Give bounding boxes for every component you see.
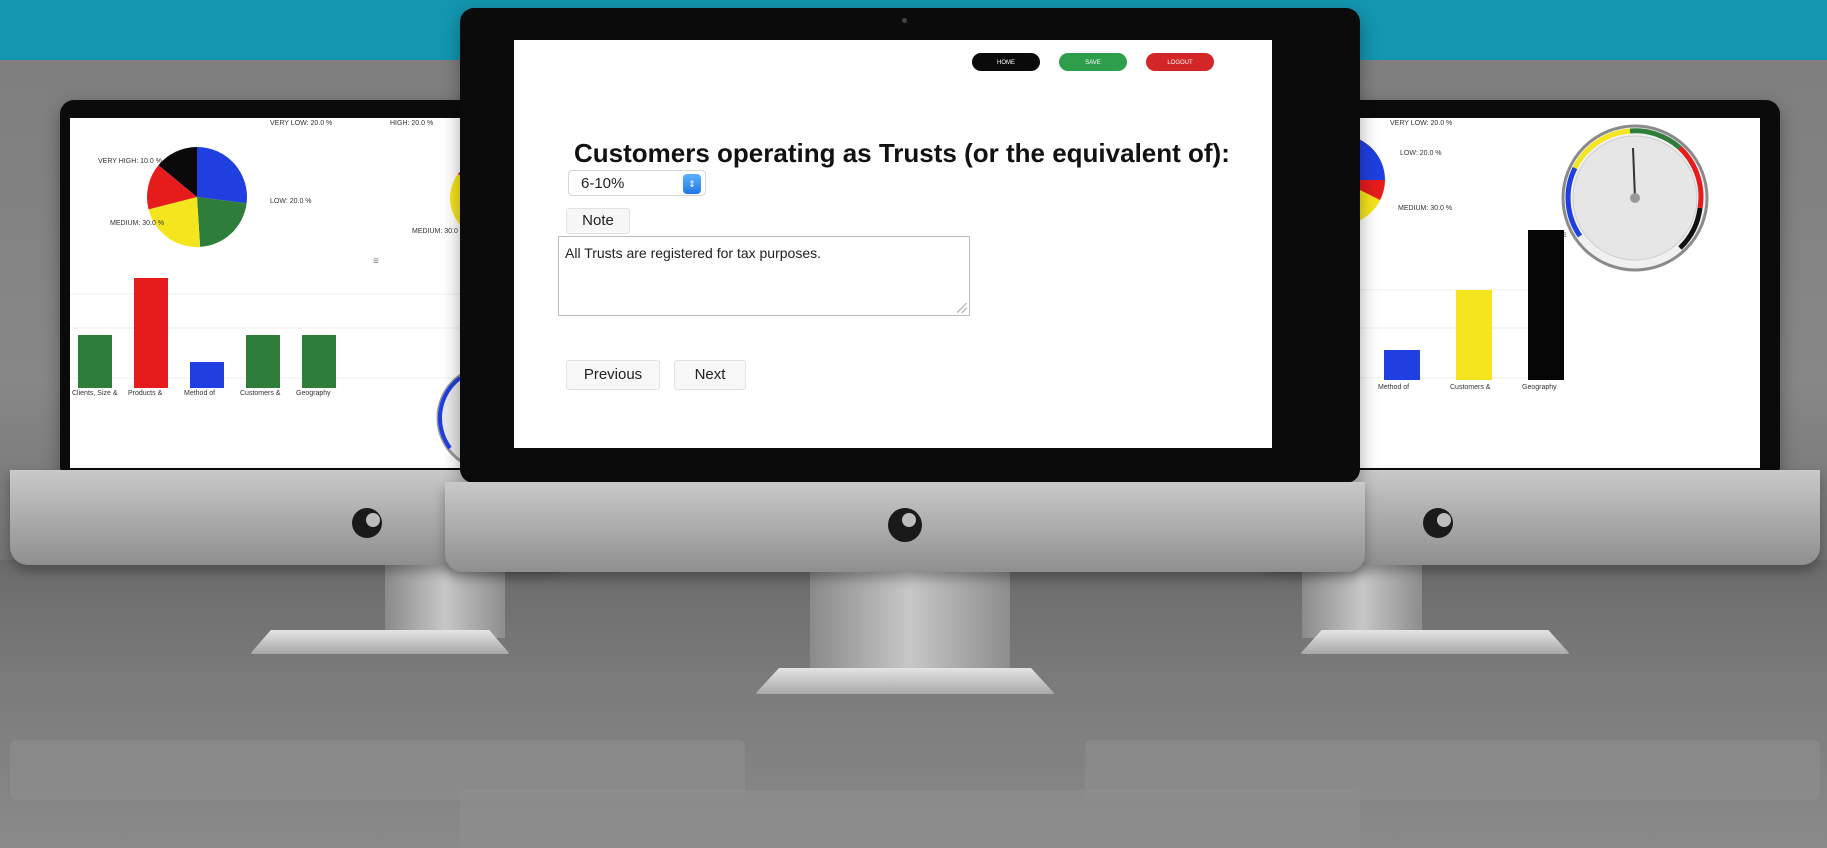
chevron-updown-icon: ⇕ bbox=[683, 174, 701, 194]
percentage-select-value: 6-10% bbox=[581, 175, 625, 192]
bar-category-label: Products & bbox=[128, 390, 163, 397]
bar-category-label: Customers & bbox=[240, 390, 281, 397]
bar-category-label: Customers & bbox=[1450, 384, 1491, 391]
right-monitor-screen: VERY LOW: 20.0 % LOW: 20.0 % MEDIUM: 30.… bbox=[1330, 118, 1760, 468]
right-pie-label: LOW: 20.0 % bbox=[1400, 150, 1442, 157]
bar bbox=[134, 278, 168, 388]
left-pie-label: VERY HIGH: 10.0 % bbox=[98, 158, 162, 165]
left-monitor-base bbox=[250, 630, 510, 654]
note-button[interactable]: Note bbox=[566, 208, 630, 234]
right-bar-chart bbox=[1370, 230, 1570, 380]
center-monitor-screen: HOME SAVE LOGOUT Customers operating as … bbox=[514, 40, 1272, 448]
left-bar-categories: Clients, Size & Products & Method of Custom… bbox=[70, 390, 370, 402]
bar-category-label: Clients, Size & bbox=[72, 390, 118, 397]
pie-slice bbox=[197, 197, 247, 247]
question-heading: Customers operating as Trusts (or the eq… bbox=[574, 138, 1230, 168]
bar-category-label: Geography bbox=[1522, 384, 1557, 391]
camera-icon bbox=[902, 18, 907, 23]
left-bar-chart bbox=[70, 268, 370, 388]
apple-logo-icon bbox=[1423, 508, 1453, 538]
chart-menu-icon[interactable]: ≡ bbox=[373, 256, 379, 267]
resize-grip-icon[interactable] bbox=[957, 303, 967, 313]
right-pie-label: VERY LOW: 20.0 % bbox=[1390, 120, 1453, 127]
bar-category-label: Method of bbox=[1378, 384, 1410, 391]
next-button[interactable]: Next bbox=[674, 360, 746, 390]
previous-button[interactable]: Previous bbox=[566, 360, 660, 390]
gauge bbox=[1561, 124, 1709, 272]
note-text: All Trusts are registered for tax purpos… bbox=[565, 245, 821, 261]
bar bbox=[1528, 230, 1564, 380]
reflection-right bbox=[1085, 740, 1820, 800]
right-bar-categories: Method of Customers & Geography bbox=[1370, 384, 1570, 396]
center-monitor-base bbox=[755, 668, 1055, 694]
left-pie-label: MEDIUM: 30.0 % bbox=[412, 228, 467, 235]
bar bbox=[302, 334, 336, 388]
save-button[interactable]: SAVE bbox=[1059, 53, 1127, 71]
right-monitor-base bbox=[1300, 630, 1570, 654]
bar bbox=[78, 334, 112, 388]
apple-logo-icon bbox=[352, 508, 382, 538]
bar bbox=[190, 362, 224, 388]
bar-category-label: Geography bbox=[296, 390, 331, 397]
center-monitor-neck bbox=[810, 565, 1010, 677]
bar bbox=[246, 334, 280, 388]
left-pie-label: MEDIUM: 30.0 % bbox=[110, 220, 165, 227]
left-pie-label: LOW: 20.0 % bbox=[270, 198, 312, 205]
pie-slice bbox=[197, 147, 247, 204]
bar bbox=[1384, 350, 1420, 380]
left-pie-label: VERY LOW: 20.0 % bbox=[270, 120, 333, 127]
home-button[interactable]: HOME bbox=[972, 53, 1040, 71]
apple-logo-icon bbox=[888, 508, 922, 542]
bar-category-label: Method of bbox=[184, 390, 216, 397]
left-pie bbox=[147, 147, 247, 247]
right-pie-label: MEDIUM: 30.0 % bbox=[1398, 205, 1453, 212]
percentage-select[interactable]: 6-10% ⇕ bbox=[568, 170, 706, 196]
note-textarea[interactable]: All Trusts are registered for tax purpos… bbox=[558, 236, 970, 316]
logout-button[interactable]: LOGOUT bbox=[1146, 53, 1214, 71]
left-pie-label: HIGH: 20.0 % bbox=[390, 120, 434, 127]
bar bbox=[1456, 290, 1492, 380]
